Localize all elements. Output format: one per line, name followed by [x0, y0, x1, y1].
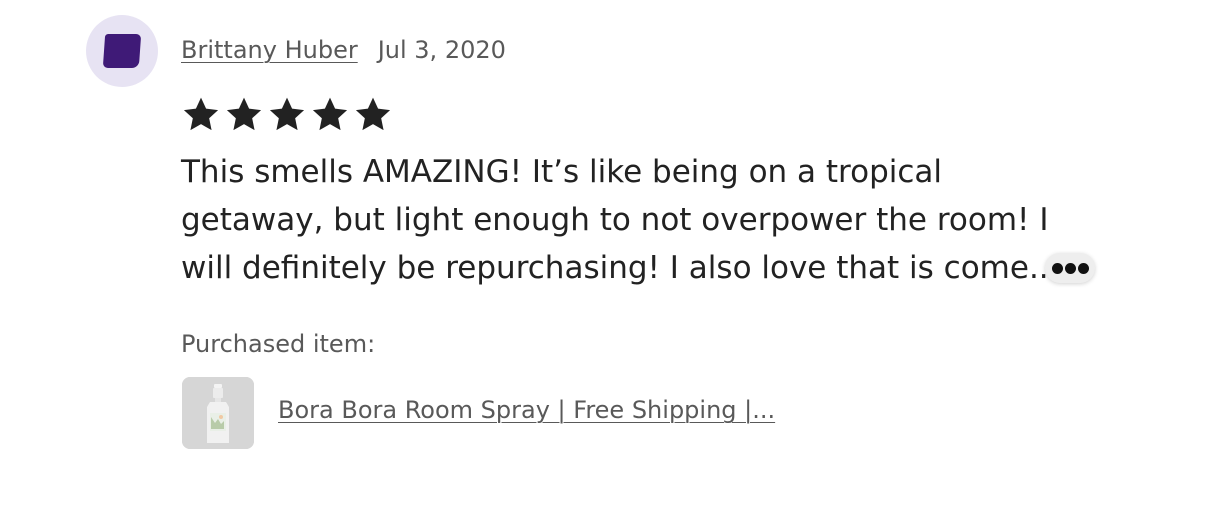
star-icon	[269, 97, 305, 131]
reviewer-name-link[interactable]: Brittany Huber	[181, 36, 358, 64]
star-icon	[226, 97, 262, 131]
reviewer-avatar[interactable]	[86, 15, 158, 87]
star-icon	[355, 97, 391, 131]
purchased-item-label: Purchased item:	[181, 330, 376, 358]
purchased-item-link[interactable]: Bora Bora Room Spray | Free Shipping |..…	[278, 396, 775, 424]
review-text-line: This smells AMAZING! It’s like being on …	[181, 154, 943, 190]
star-icon	[312, 97, 348, 131]
ellipsis-icon	[1064, 262, 1076, 274]
review-text-line: will definitely be repurchasing! I also …	[181, 250, 1059, 286]
review-text-line: getaway, but light enough to not overpow…	[181, 202, 1049, 238]
spray-bottle-image	[182, 377, 254, 449]
product-thumbnail[interactable]	[182, 377, 254, 449]
ellipsis-icon	[1051, 262, 1063, 274]
ellipsis-icon	[1077, 262, 1089, 274]
more-options-button[interactable]	[1045, 253, 1095, 283]
star-icon	[183, 97, 219, 131]
star-rating	[180, 95, 395, 135]
avatar-image	[102, 34, 142, 68]
review-text: This smells AMAZING! It’s like being on …	[181, 148, 1071, 292]
review-date: Jul 3, 2020	[377, 36, 506, 64]
review-meta: Brittany Huber Jul 3, 2020	[181, 35, 506, 65]
